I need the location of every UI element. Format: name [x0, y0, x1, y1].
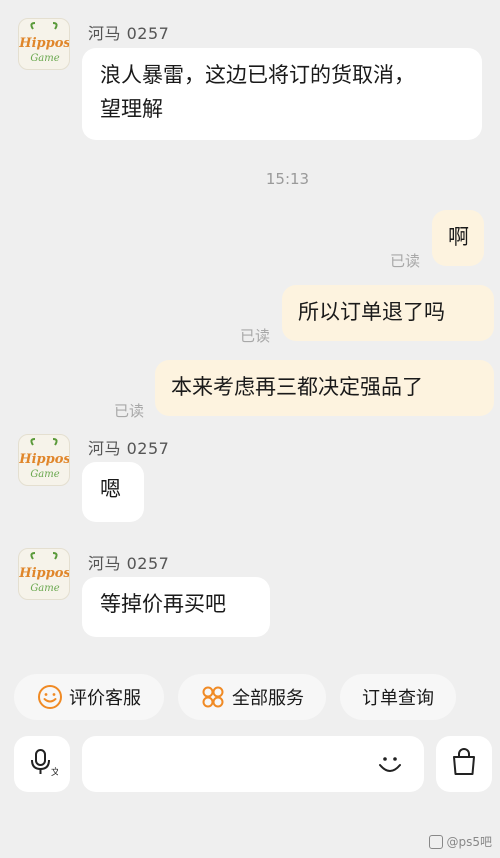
svg-text:文: 文 [51, 766, 58, 778]
message-text: 啊 [448, 225, 469, 249]
message-text: 等掉价再买吧 [100, 592, 226, 616]
chip-label: 全部服务 [232, 688, 304, 709]
chip-label: 订单查询 [362, 688, 434, 709]
avatar-logo-text: Hippos [19, 36, 70, 51]
read-status: 已读 [240, 327, 271, 345]
read-status: 已读 [390, 252, 421, 270]
message-bubble-incoming[interactable]: 嗯 [82, 462, 144, 522]
avatar[interactable]: Hippos Game [18, 18, 70, 70]
shopping-bag-icon [448, 746, 480, 782]
message-line: 浪人暴雷，这边已将订的货取消， [100, 63, 415, 87]
shop-button[interactable] [436, 736, 492, 792]
sender-name: 河马 0257 [88, 439, 170, 458]
chip-label: 评价客服 [69, 688, 141, 709]
timestamp: 15:13 [265, 170, 310, 188]
avatar-logo-subtext: Game [30, 583, 59, 594]
message-input[interactable] [82, 736, 424, 792]
grid-circles-icon [200, 684, 226, 710]
watermark-text: @ps5吧 [446, 835, 492, 849]
avatar[interactable]: Hippos Game [18, 548, 70, 600]
message-bubble-incoming[interactable]: 等掉价再买吧 [82, 577, 270, 637]
message-text: 本来考虑再三都决定强品了 [171, 375, 423, 399]
watermark-icon [429, 834, 444, 849]
avatar-logo-text: Hippos [19, 452, 70, 467]
read-status: 已读 [114, 402, 145, 420]
rate-service-chip[interactable]: 评价客服 [14, 674, 164, 720]
message-text: 所以订单退了吗 [298, 300, 445, 324]
avatar-logo-text: Hippos [19, 566, 70, 581]
voice-text-icon: 文 [26, 746, 60, 782]
sender-name: 河马 0257 [88, 24, 170, 43]
message-bubble-incoming[interactable]: 浪人暴雷，这边已将订的货取消， 望理解 [82, 48, 482, 140]
smile-icon [37, 684, 63, 710]
watermark: @ps5吧 [429, 833, 492, 850]
order-query-chip[interactable]: 订单查询 [340, 674, 456, 720]
avatar-logo-subtext: Game [30, 469, 59, 480]
voice-button[interactable]: 文 [14, 736, 70, 792]
message-text: 嗯 [100, 477, 121, 501]
message-bubble-outgoing[interactable]: 啊 [432, 210, 484, 266]
all-services-chip[interactable]: 全部服务 [178, 674, 326, 720]
message-bubble-outgoing[interactable]: 所以订单退了吗 [282, 285, 494, 341]
avatar-logo-subtext: Game [30, 53, 59, 64]
message-bubble-outgoing[interactable]: 本来考虑再三都决定强品了 [155, 360, 494, 416]
avatar[interactable]: Hippos Game [18, 434, 70, 486]
sender-name: 河马 0257 [88, 554, 170, 573]
message-line: 望理解 [100, 97, 163, 121]
emoji-icon[interactable] [374, 748, 406, 784]
